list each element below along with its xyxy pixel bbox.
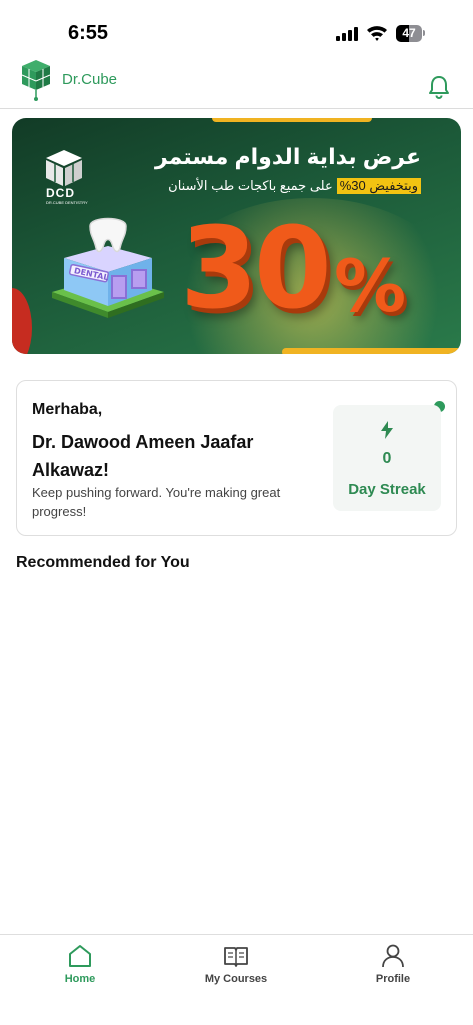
section-title-recommended: Recommended for You	[16, 554, 190, 571]
dr-cube-logo-icon[interactable]	[20, 58, 52, 102]
book-icon	[224, 947, 248, 967]
battery-level: 47	[402, 26, 416, 40]
banner-brand: DCD	[46, 186, 75, 200]
streak-count: 0	[382, 450, 392, 467]
dcd-logo-icon	[46, 150, 82, 186]
battery-icon: 47	[396, 25, 426, 42]
banner-title: عرض بداية الدوام مستمر	[154, 144, 421, 169]
decorative-blob	[12, 288, 32, 354]
encouragement-message: Keep pushing forward. You're making grea…	[32, 485, 281, 519]
nav-my-courses-label: My Courses	[204, 973, 268, 985]
discount-percent: %	[334, 244, 407, 328]
dental-clinic-illustration: DENTAL	[52, 217, 164, 318]
nav-profile[interactable]: Profile	[343, 943, 443, 1003]
bottom-navigation: Home My Courses Profile	[0, 934, 473, 1025]
home-icon	[69, 945, 91, 967]
discount-number: 30	[180, 204, 332, 334]
nav-home-label: Home	[64, 973, 96, 985]
decorative-stripe	[282, 348, 461, 354]
brand-name: Dr.Cube	[62, 71, 118, 88]
banner-subtitle-highlight: وبتخفيض 30%	[336, 178, 421, 194]
app-header: Dr.Cube	[0, 56, 473, 109]
streak-label: Day Streak	[348, 481, 426, 498]
greeting-card: Merhaba, Dr. Dawood Ameen Jaafar Alkawaz…	[16, 380, 457, 536]
lightning-icon	[381, 421, 393, 439]
decorative-stripe	[212, 118, 372, 122]
bell-icon[interactable]	[427, 74, 451, 100]
cellular-signal-icon	[336, 27, 358, 41]
nav-my-courses[interactable]: My Courses	[186, 943, 286, 1003]
banner-subtitle-rest: على جميع باكجات طب الأسنان	[168, 178, 333, 193]
banner-brand-sub: DR.CUBE DENTISTRY	[46, 200, 88, 205]
greeting-salutation: Merhaba,	[32, 401, 103, 418]
banner-subtitle: وبتخفيض 30% على جميع باكجات طب الأسنان	[168, 178, 421, 194]
person-icon	[382, 944, 404, 968]
status-bar: 6:55 47	[0, 0, 473, 56]
status-time: 6:55	[68, 22, 109, 44]
nav-home[interactable]: Home	[30, 943, 130, 1003]
nav-profile-label: Profile	[375, 973, 411, 985]
wifi-icon	[367, 26, 387, 41]
promo-banner[interactable]: DCD DR.CUBE DENTISTRY عرض بداية الدوام م…	[12, 118, 461, 354]
day-streak-widget[interactable]: 0 Day Streak	[333, 405, 441, 511]
user-name: Dr. Dawood Ameen Jaafar Alkawaz!	[32, 432, 254, 480]
